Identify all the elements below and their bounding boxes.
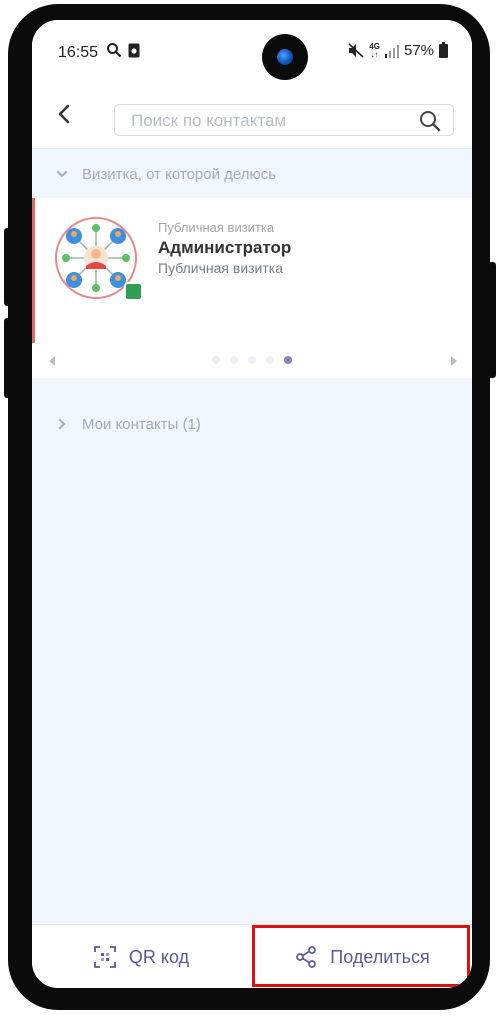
card-subtitle: Публичная визитка (158, 220, 275, 235)
search-status-icon (107, 43, 122, 58)
share-button[interactable]: Поделиться (252, 925, 472, 988)
status-time: 16:55 (58, 44, 99, 61)
section-title: Мои контакты (1) (82, 415, 201, 433)
chevron-left-icon (58, 104, 70, 124)
carousel-prev-icon[interactable] (46, 354, 58, 368)
share-label: Поделиться (330, 946, 430, 967)
search-input[interactable] (129, 105, 403, 137)
camera-lens (277, 49, 293, 65)
carousel-dot-active[interactable] (284, 356, 292, 364)
search-icon[interactable] (419, 110, 441, 132)
qr-scan-icon (93, 946, 116, 968)
signal-icon (384, 44, 399, 58)
section-title: Визитка, от которой делюсь (82, 165, 277, 183)
status-bar: 16:55 4G ↓↑ 57% (32, 20, 472, 80)
qr-code-label: QR код (128, 946, 190, 967)
card-carousel: Публичная визитка Администратор Публична… (32, 198, 472, 378)
carousel-dot[interactable] (230, 356, 238, 364)
sd-card-icon (128, 43, 140, 57)
bottom-action-bar: QR код Поделиться (32, 924, 472, 988)
qr-code-button[interactable]: QR код (32, 925, 250, 988)
carousel-dot[interactable] (212, 356, 220, 364)
chevron-down-icon (57, 171, 67, 178)
chevron-right-icon (59, 419, 66, 429)
share-icon (296, 946, 317, 968)
carousel-dot[interactable] (248, 356, 256, 364)
front-camera (262, 34, 308, 80)
network-type: 4G ↓↑ (369, 41, 380, 59)
carousel-dots (212, 356, 292, 364)
search-box (114, 104, 454, 137)
header (32, 80, 472, 149)
contacts-section-header[interactable]: Мои контакты (1) (32, 400, 472, 448)
status-right-icons: 4G ↓↑ 57% (348, 41, 448, 59)
back-button[interactable] (46, 96, 82, 132)
shared-card-section-header[interactable]: Визитка, от которой делюсь (32, 150, 472, 198)
card-accent-bar (32, 198, 35, 343)
card-description: Публичная визитка (158, 260, 284, 276)
avatar-status-badge (124, 282, 143, 301)
card-name[interactable]: Администратор (158, 238, 291, 258)
mute-icon (348, 43, 364, 58)
status-left-icons (106, 42, 140, 58)
battery-icon (439, 41, 448, 58)
carousel-next-icon[interactable] (448, 354, 460, 368)
battery-percent: 57% (403, 42, 434, 59)
carousel-dot[interactable] (266, 356, 274, 364)
screen: 16:55 4G ↓↑ 57% Поиск по контактам Визит… (32, 20, 472, 988)
